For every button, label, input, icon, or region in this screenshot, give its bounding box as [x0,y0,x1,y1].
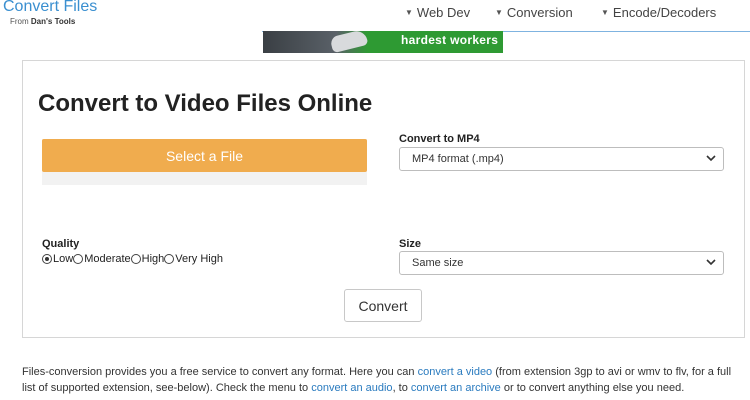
caret-down-icon: ▼ [405,8,413,17]
convert-audio-link[interactable]: convert an audio [311,382,392,394]
format-select[interactable]: MP4 format (.mp4) [399,147,724,171]
chevron-down-icon [706,155,716,162]
convert-archive-link[interactable]: convert an archive [411,382,501,394]
caret-down-icon: ▼ [495,8,503,17]
size-select-value: Same size [412,257,464,269]
desc-text: , to [392,382,411,394]
nav-label: Conversion [506,5,573,20]
radio-checked-icon [42,254,52,264]
radio-label: Moderate [84,253,131,265]
size-select[interactable]: Same size [399,251,724,275]
service-description: Files-conversion provides you a free ser… [22,364,747,396]
nav-label: Encode/Decoders [612,5,717,20]
chevron-down-icon [706,259,716,266]
logo-sub-prefix: From [10,17,31,26]
nav-conversion[interactable]: ▼ Conversion [495,5,573,20]
page-title: Convert to Video Files Online [38,90,373,117]
quality-radio-very-high[interactable]: Very High [164,253,223,265]
format-select-value: MP4 format (.mp4) [412,153,504,165]
caret-down-icon: ▼ [601,8,609,17]
select-file-button[interactable]: Select a File [42,139,367,172]
quality-radio-group: Low Moderate High Very High [42,253,223,265]
logo-sub-brand: Dan's Tools [30,17,76,26]
site-logo-title[interactable]: Convert Files [3,0,97,16]
quality-radio-high[interactable]: High [130,253,165,265]
radio-unchecked-icon [73,254,84,264]
radio-label: Low [53,253,74,265]
radio-unchecked-icon [164,254,175,264]
radio-label: Very High [175,253,223,265]
convert-button[interactable]: Convert [344,289,422,322]
nav-label: Web Dev [416,5,471,20]
site-logo-subtitle: From Dan's Tools [10,17,75,26]
radio-unchecked-icon [130,254,141,264]
desc-text: Files-conversion provides you a free ser… [22,366,418,378]
radio-label: High [141,253,165,265]
size-label: Size [399,238,422,250]
nav-encode-decoders[interactable]: ▼ Encode/Decoders [601,5,716,20]
desc-text: or to convert anything else you need. [500,382,685,394]
select-file-area: Select a File [42,139,367,185]
convert-video-link[interactable]: convert a video [418,366,493,378]
quality-radio-moderate[interactable]: Moderate [73,253,131,265]
quality-label: Quality [42,238,80,250]
quality-radio-low[interactable]: Low [42,253,73,265]
convert-to-label: Convert to MP4 [399,133,480,145]
site-header: Convert Files From Dan's Tools ▼ Web Dev… [0,0,750,32]
nav-web-dev[interactable]: ▼ Web Dev [405,5,470,20]
ad-text: hardest workers [401,33,499,47]
ad-banner[interactable]: hardest workers [263,31,503,53]
